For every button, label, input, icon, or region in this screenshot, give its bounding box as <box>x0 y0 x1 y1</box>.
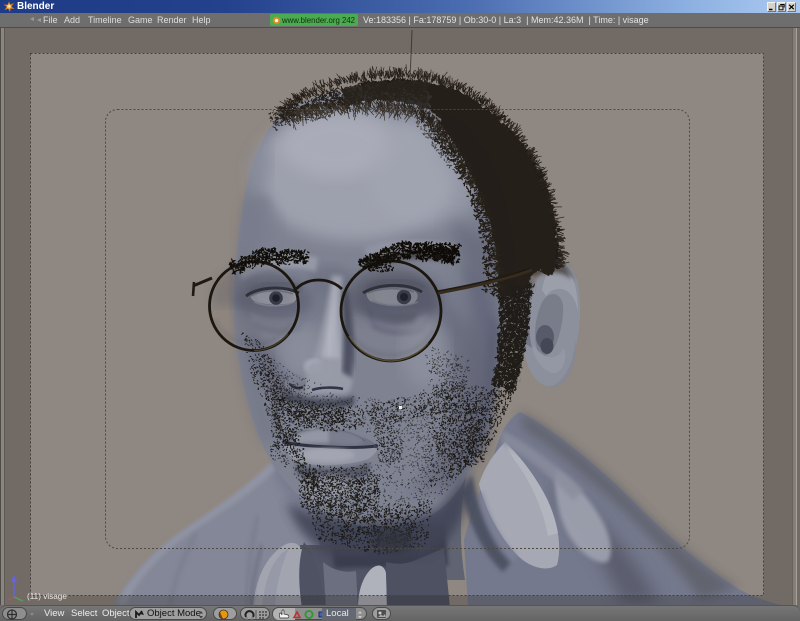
svg-text:(11) visage: (11) visage <box>27 592 67 601</box>
